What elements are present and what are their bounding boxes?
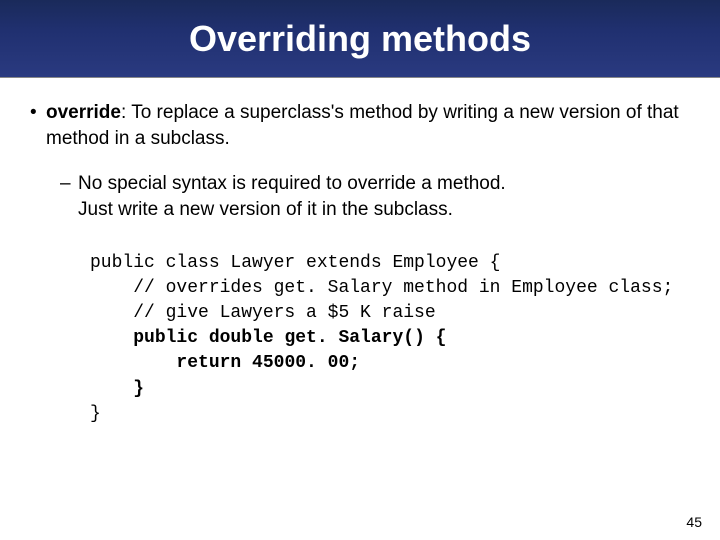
term-definition: : To replace a superclass's method by wr… <box>46 102 679 149</box>
code-line-7: } <box>90 404 101 424</box>
code-line-3: // give Lawyers a $5 K raise <box>90 303 436 323</box>
slide-title: Overriding methods <box>189 18 531 60</box>
code-line-2: // overrides get. Salary method in Emplo… <box>90 278 673 298</box>
code-line-1: public class Lawyer extends Employee { <box>90 253 500 273</box>
code-line-6a <box>90 379 133 399</box>
slide-content: •override: To replace a superclass's met… <box>0 78 720 427</box>
code-line-4a <box>90 328 133 348</box>
code-block: public class Lawyer extends Employee { /… <box>90 251 690 427</box>
code-line-4b: public double get. Salary() { <box>133 328 446 348</box>
bullet-dot-icon: • <box>30 100 46 126</box>
sub-bullet-line1: No special syntax is required to overrid… <box>78 173 506 194</box>
bullet-dash-icon: – <box>60 171 78 197</box>
code-line-5a <box>90 353 176 373</box>
sub-bullet: –No special syntax is required to overri… <box>60 171 690 222</box>
term-override: override <box>46 102 121 123</box>
slide-header: Overriding methods <box>0 0 720 78</box>
main-bullet: •override: To replace a superclass's met… <box>30 100 690 151</box>
code-line-6b: } <box>133 379 144 399</box>
code-line-5b: return 45000. 00; <box>176 353 360 373</box>
page-number: 45 <box>686 514 702 530</box>
sub-bullet-line2: Just write a new version of it in the su… <box>78 199 453 220</box>
